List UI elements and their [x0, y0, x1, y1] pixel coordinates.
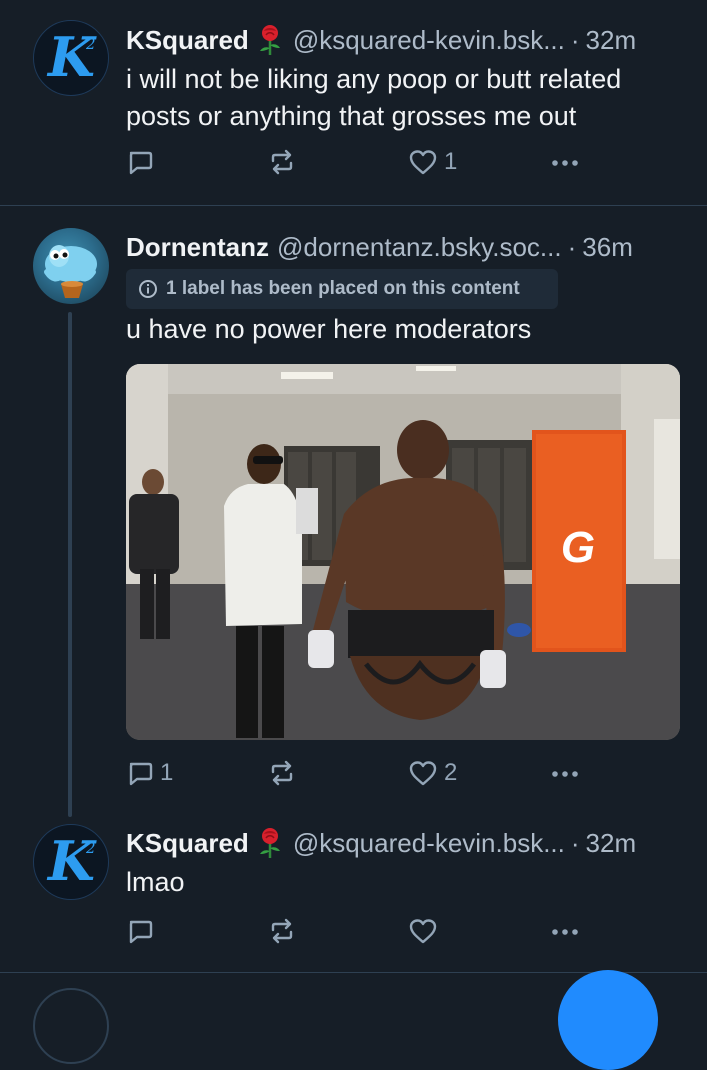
reply-count: 1 [160, 759, 174, 786]
rose-icon [255, 827, 285, 859]
post-actions: 1 [126, 144, 586, 180]
ellipsis-icon [550, 759, 580, 787]
timestamp[interactable]: 32m [586, 825, 637, 861]
reply-button[interactable]: 1 [126, 755, 173, 791]
handle[interactable]: @ksquared-kevin.bsk... [293, 825, 565, 861]
like-button[interactable] [408, 913, 444, 949]
post-text: lmao [126, 867, 185, 897]
timestamp[interactable]: 32m [586, 22, 637, 58]
separator-dot: · [567, 232, 577, 262]
ellipsis-icon [550, 917, 580, 945]
repost-arrows-icon [267, 759, 297, 787]
post-header: KSquared @ksquared-kevin.bsk... · 32m [126, 22, 679, 58]
speech-bubble-icon [126, 759, 154, 787]
post-actions: 1 2 [126, 755, 586, 791]
thread-connector-line [68, 312, 72, 817]
handle[interactable]: @dornentanz.bsky.soc... [277, 229, 562, 265]
post-header: KSquared @ksquared-kevin.bsk... · 32m [126, 825, 679, 861]
like-count: 2 [444, 759, 458, 786]
like-button[interactable]: 1 [408, 144, 457, 180]
repost-button[interactable] [267, 755, 303, 791]
post-text: i will not be liking any poop or butt re… [126, 64, 622, 131]
reply-button[interactable] [126, 144, 160, 180]
post-divider [0, 205, 707, 206]
repost-arrows-icon [267, 148, 297, 176]
speech-bubble-icon [126, 148, 154, 176]
avatar-k-superscript: 2 [86, 839, 96, 857]
like-button[interactable]: 2 [408, 755, 457, 791]
heart-icon [408, 148, 438, 176]
compose-button[interactable] [558, 970, 658, 1070]
more-options-button[interactable] [550, 144, 580, 180]
post-header: Dornentanz @dornentanz.bsky.soc... · 36m [126, 229, 679, 265]
avatar-dornentanz[interactable] [33, 228, 109, 304]
label-notice-text: 1 label has been placed on this content [166, 278, 520, 299]
rose-icon [255, 24, 285, 56]
separator-dot: · [570, 25, 580, 55]
post-text: u have no power here moderators [126, 314, 532, 344]
ellipsis-icon [550, 148, 580, 176]
locker-room-photo: G [126, 364, 680, 740]
heart-icon [408, 759, 438, 787]
banner-logo: G [561, 523, 595, 572]
separator-dot: · [570, 828, 580, 858]
like-count: 1 [444, 148, 458, 175]
repost-arrows-icon [267, 917, 297, 945]
avatar-illustration [44, 245, 97, 298]
repost-button[interactable] [267, 144, 303, 180]
more-options-button[interactable] [550, 755, 580, 791]
more-options-button[interactable] [550, 913, 580, 949]
next-post-avatar[interactable] [33, 988, 109, 1064]
avatar-ksquared[interactable]: K 2 [33, 824, 109, 900]
speech-bubble-icon [126, 917, 154, 945]
info-circle-icon [138, 279, 158, 299]
display-name[interactable]: KSquared [126, 825, 249, 861]
display-name[interactable]: Dornentanz [126, 229, 269, 265]
avatar-ksquared[interactable]: K 2 [33, 20, 109, 96]
handle[interactable]: @ksquared-kevin.bsk... [293, 22, 565, 58]
post-actions [126, 913, 586, 949]
timestamp[interactable]: 36m [582, 229, 633, 265]
post-image[interactable]: G [126, 364, 680, 740]
display-name[interactable]: KSquared [126, 22, 249, 58]
reply-button[interactable] [126, 913, 160, 949]
avatar-k-superscript: 2 [86, 35, 96, 53]
heart-icon [408, 917, 438, 945]
repost-button[interactable] [267, 913, 303, 949]
content-label-notice[interactable]: 1 label has been placed on this content [126, 269, 558, 309]
